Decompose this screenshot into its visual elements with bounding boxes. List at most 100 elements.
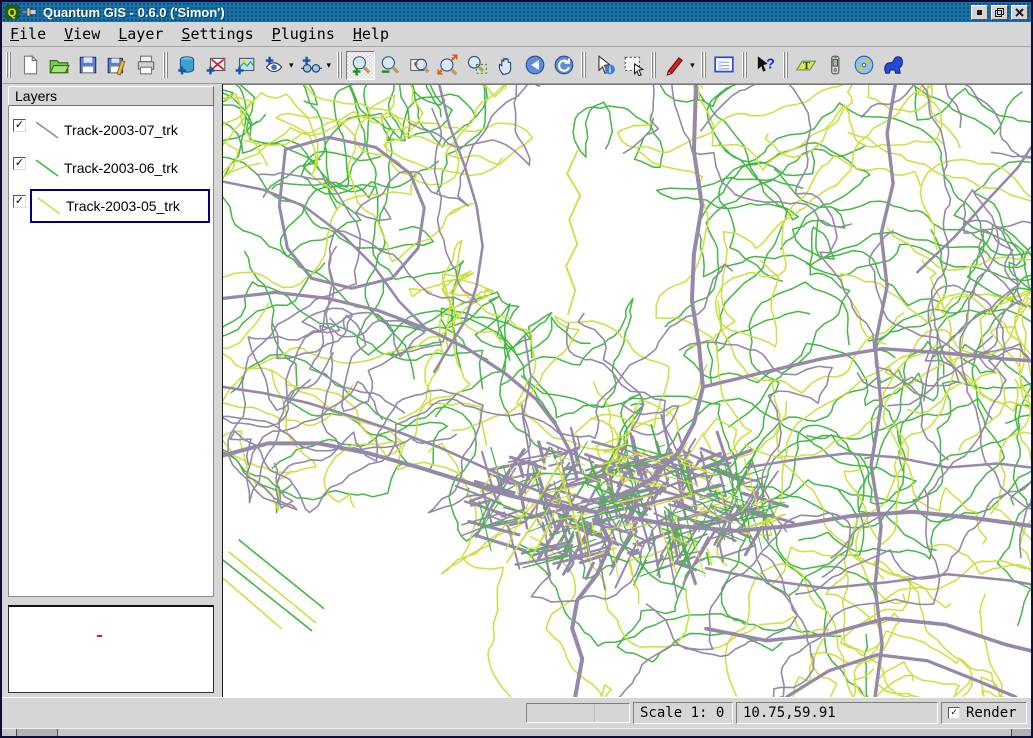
open-attribute-table-button[interactable] [710, 51, 739, 80]
whats-this-button[interactable]: ? [751, 51, 780, 80]
layer-name: Track-2003-05_trk [66, 198, 180, 214]
resize-grip-right[interactable] [1011, 729, 1031, 736]
layer-visibility-checkbox[interactable]: ✓ [13, 119, 26, 132]
layer-entry[interactable]: Track-2003-07_trk [30, 113, 210, 147]
svg-text:T: T [803, 60, 811, 72]
qgis-logo-icon: Q [5, 5, 19, 19]
layer-item[interactable]: ✓ Track-2003-05_trk [9, 187, 213, 225]
menu-item-settings[interactable]: Settings [179, 23, 263, 45]
layer-symbol-icon [32, 194, 66, 218]
zoom-next-button[interactable] [549, 51, 578, 80]
toolbar-group [710, 49, 739, 81]
save-project-button[interactable] [73, 51, 102, 80]
window-resize-frame[interactable] [2, 728, 1031, 736]
layer-symbol-icon [30, 118, 64, 142]
render-checkbox-box[interactable]: ✓ [948, 707, 960, 719]
minimize-button[interactable] [971, 5, 988, 20]
zoom-last-icon [466, 54, 488, 76]
add-postgis-layer-button[interactable] [172, 51, 201, 80]
legend-splitter[interactable] [8, 597, 214, 605]
toolbar-handle[interactable] [701, 52, 708, 78]
capture-point-button[interactable] [660, 51, 689, 80]
identify-icon: i [594, 54, 616, 76]
zoom-to-selection-button[interactable] [433, 51, 462, 80]
zoom-last-button[interactable] [462, 51, 491, 80]
new-vector-layer-button[interactable] [259, 51, 288, 80]
geoprocessing-button[interactable] [850, 51, 879, 80]
overview-panel[interactable] [8, 605, 214, 693]
identify-button[interactable]: i [590, 51, 619, 80]
print-button[interactable] [131, 51, 160, 80]
zoom-full-extent-icon [408, 54, 430, 76]
add-postgis-layer-icon [176, 54, 198, 76]
menu-bar: File View Layer Settings Plugins Help [2, 22, 1031, 47]
panel-splitter[interactable] [214, 84, 223, 697]
svg-text:Q: Q [8, 7, 17, 19]
label-tool-button[interactable]: T [792, 51, 821, 80]
zoom-out-button[interactable] [375, 51, 404, 80]
toolbar-handle[interactable] [163, 52, 170, 78]
layer-entry[interactable]: Track-2003-06_trk [30, 151, 210, 185]
close-button[interactable] [1011, 5, 1028, 20]
layer-visibility-checkbox[interactable]: ✓ [13, 157, 26, 170]
add-raster-layer-button[interactable] [230, 51, 259, 80]
toolbar-group: ? [751, 49, 780, 81]
open-attribute-table-icon [713, 54, 735, 76]
zoom-in-button[interactable] [346, 51, 375, 80]
add-vector-layer-button[interactable] [201, 51, 230, 80]
map-canvas[interactable] [223, 84, 1031, 697]
layer-item[interactable]: ✓ Track-2003-07_trk [9, 111, 213, 149]
north-arrow-button[interactable] [879, 51, 908, 80]
layer-item[interactable]: ✓ Track-2003-06_trk [9, 149, 213, 187]
toolbar-handle[interactable] [783, 52, 790, 78]
render-toggle[interactable]: ✓ Render [941, 702, 1027, 724]
pan-button[interactable] [491, 51, 520, 80]
window-title: Quantum GIS - 0.6.0 ('Simon') [43, 5, 225, 20]
status-bar: Scale 1: 0 10.75,59.91 ✓ Render [2, 697, 1031, 728]
save-project-icon [77, 54, 99, 76]
zoom-in-icon [350, 54, 372, 76]
layer-visibility-checkbox[interactable]: ✓ [13, 195, 26, 208]
resize-grip-left[interactable] [16, 729, 58, 736]
pin-icon[interactable] [21, 6, 37, 18]
svg-text:?: ? [766, 56, 775, 72]
menu-item-plugins[interactable]: Plugins [270, 23, 345, 45]
layer-entry[interactable]: Track-2003-05_trk [30, 189, 210, 223]
open-project-icon [48, 54, 70, 76]
layer-name: Track-2003-06_trk [64, 160, 178, 176]
toolbar-handle[interactable] [581, 52, 588, 78]
toolbar-group [346, 49, 578, 81]
toolbar-group: i [590, 49, 648, 81]
toolbar-handle[interactable] [742, 52, 749, 78]
maximize-button[interactable] [991, 5, 1008, 20]
toolbar-handle[interactable] [6, 52, 13, 78]
north-arrow-icon [882, 54, 904, 76]
gps-importer-icon [824, 54, 846, 76]
add-vector-layer-icon [205, 54, 227, 76]
zoom-full-extent-button[interactable] [404, 51, 433, 80]
layers-panel-header: Layers [8, 86, 214, 106]
dropdown-caret-icon[interactable]: ▾ [327, 60, 332, 71]
save-project-as-button[interactable] [102, 51, 131, 80]
dropdown-caret-icon[interactable]: ▾ [690, 60, 695, 71]
menu-item-view[interactable]: View [62, 23, 110, 45]
gps-tools-button[interactable] [297, 51, 326, 80]
new-project-button[interactable] [15, 51, 44, 80]
main-area: Layers ✓ Track-2003-07_trk ✓ Track-2003-06_… [2, 84, 1031, 697]
layers-panel[interactable]: ✓ Track-2003-07_trk ✓ Track-2003-06_trk ✓ Tra… [8, 106, 214, 597]
dropdown-caret-icon[interactable]: ▾ [289, 60, 294, 71]
titlebar[interactable]: Q Quantum GIS - 0.6.0 ('Simon') [2, 2, 1031, 22]
toolbar-handle[interactable] [651, 52, 658, 78]
open-project-button[interactable] [44, 51, 73, 80]
zoom-previous-button[interactable] [520, 51, 549, 80]
menu-item-file[interactable]: File [8, 23, 56, 45]
select-features-button[interactable] [619, 51, 648, 80]
menu-item-help[interactable]: Help [351, 23, 399, 45]
pan-icon [495, 54, 517, 76]
menu-item-layer[interactable]: Layer [116, 23, 173, 45]
print-icon [135, 54, 157, 76]
toolbar-handle[interactable] [337, 52, 344, 78]
gps-importer-button[interactable] [821, 51, 850, 80]
scale-display: Scale 1: 0 [633, 702, 733, 724]
layer-symbol-icon [30, 156, 64, 180]
